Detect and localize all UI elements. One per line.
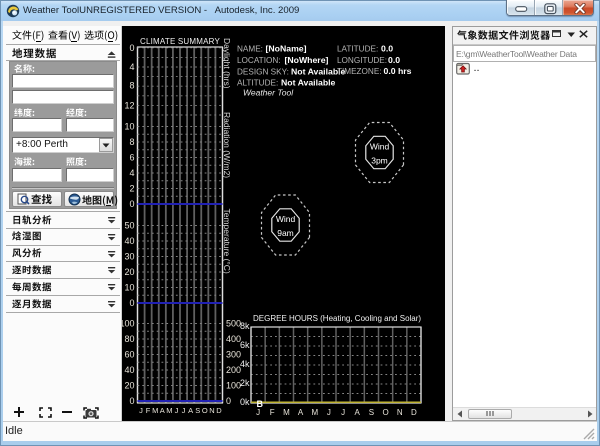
svg-text:6k: 6k [240, 340, 250, 350]
svg-text:Radiation (W/m2): Radiation (W/m2) [222, 112, 232, 178]
svg-text:N: N [397, 408, 403, 417]
svg-text:4k: 4k [240, 359, 250, 369]
svg-text:0k: 0k [240, 397, 250, 407]
svg-text:20: 20 [124, 267, 134, 277]
svg-text:8k: 8k [240, 321, 250, 331]
svg-text:50: 50 [124, 221, 134, 231]
svg-text:J: J [182, 406, 186, 415]
svg-text:J: J [256, 408, 260, 417]
svg-text:DEGREE HOURS (Heating, Cooling: DEGREE HOURS (Heating, Cooling and Solar… [253, 314, 421, 323]
svg-text:20: 20 [124, 381, 134, 391]
svg-text:200: 200 [226, 365, 241, 375]
svg-text:D: D [411, 408, 417, 417]
svg-text:Wind: Wind [276, 214, 296, 224]
svg-text:Not Available: Not Available [281, 78, 336, 88]
svg-text:M: M [283, 408, 290, 417]
svg-text:A: A [355, 408, 361, 417]
svg-text:3pm: 3pm [371, 156, 388, 166]
svg-text:Temperature (°C): Temperature (°C) [222, 209, 232, 274]
svg-text:0: 0 [129, 396, 134, 406]
svg-text:LOCATION:: LOCATION: [237, 56, 281, 65]
svg-text:A: A [160, 406, 165, 415]
svg-text:30: 30 [124, 252, 134, 262]
svg-text:[NoWhere]: [NoWhere] [285, 55, 329, 65]
svg-text:J: J [175, 406, 179, 415]
svg-text:0: 0 [129, 43, 134, 53]
svg-text:DESIGN SKY:: DESIGN SKY: [237, 68, 289, 77]
svg-text:CLIMATE SUMMARY: CLIMATE SUMMARY [140, 37, 221, 46]
svg-text:80: 80 [124, 334, 134, 344]
svg-text:10: 10 [124, 283, 134, 293]
svg-text:0.0 hrs: 0.0 hrs [384, 66, 412, 76]
svg-text:O: O [202, 406, 208, 415]
svg-text:8: 8 [129, 81, 134, 91]
svg-text:J: J [327, 408, 331, 417]
svg-text:ALTITUDE:: ALTITUDE: [237, 79, 278, 88]
svg-text:NAME:: NAME: [237, 45, 263, 54]
svg-text:100: 100 [122, 319, 135, 329]
svg-text:Daylight (hrs): Daylight (hrs) [222, 38, 232, 89]
svg-text:4: 4 [129, 62, 134, 72]
svg-text:Wind: Wind [370, 142, 390, 152]
svg-text:M: M [166, 406, 172, 415]
svg-text:0: 0 [129, 199, 134, 209]
svg-text:A: A [298, 408, 304, 417]
svg-text:40: 40 [124, 365, 134, 375]
svg-text:40: 40 [124, 236, 134, 246]
svg-text:0.0: 0.0 [388, 55, 400, 65]
svg-text:TIMEZONE:: TIMEZONE: [337, 67, 382, 76]
svg-text:J: J [139, 406, 143, 415]
svg-text:S: S [195, 406, 200, 415]
svg-text:8: 8 [129, 137, 134, 147]
svg-text:F: F [270, 408, 275, 417]
svg-text:A: A [188, 406, 193, 415]
svg-text:O: O [382, 408, 388, 417]
svg-text:N: N [209, 406, 214, 415]
svg-text:400: 400 [226, 334, 241, 344]
svg-text:S: S [369, 408, 374, 417]
svg-text:Weather Tool: Weather Tool [243, 88, 294, 98]
svg-text:LATITUDE:: LATITUDE: [337, 45, 378, 54]
svg-text:12: 12 [124, 100, 134, 110]
svg-text:60: 60 [124, 350, 134, 360]
svg-text:M: M [152, 406, 158, 415]
svg-text:F: F [146, 406, 151, 415]
svg-text:9am: 9am [277, 228, 294, 238]
svg-text:2k: 2k [240, 378, 250, 388]
svg-text:J: J [341, 408, 345, 417]
svg-text:[NoName]: [NoName] [266, 44, 307, 54]
svg-text:500: 500 [226, 319, 241, 329]
svg-text:100: 100 [226, 381, 241, 391]
svg-text:300: 300 [226, 350, 241, 360]
svg-text:M: M [311, 408, 318, 417]
svg-text:LONGITUDE:: LONGITUDE: [337, 56, 387, 65]
svg-text:0: 0 [129, 298, 134, 308]
svg-text:6: 6 [129, 153, 134, 163]
svg-text:D: D [216, 406, 222, 415]
svg-text:4: 4 [129, 168, 134, 178]
svg-text:2: 2 [129, 184, 134, 194]
svg-text:0.0: 0.0 [381, 44, 393, 54]
svg-text:10: 10 [124, 122, 134, 132]
svg-text:0: 0 [226, 396, 231, 406]
